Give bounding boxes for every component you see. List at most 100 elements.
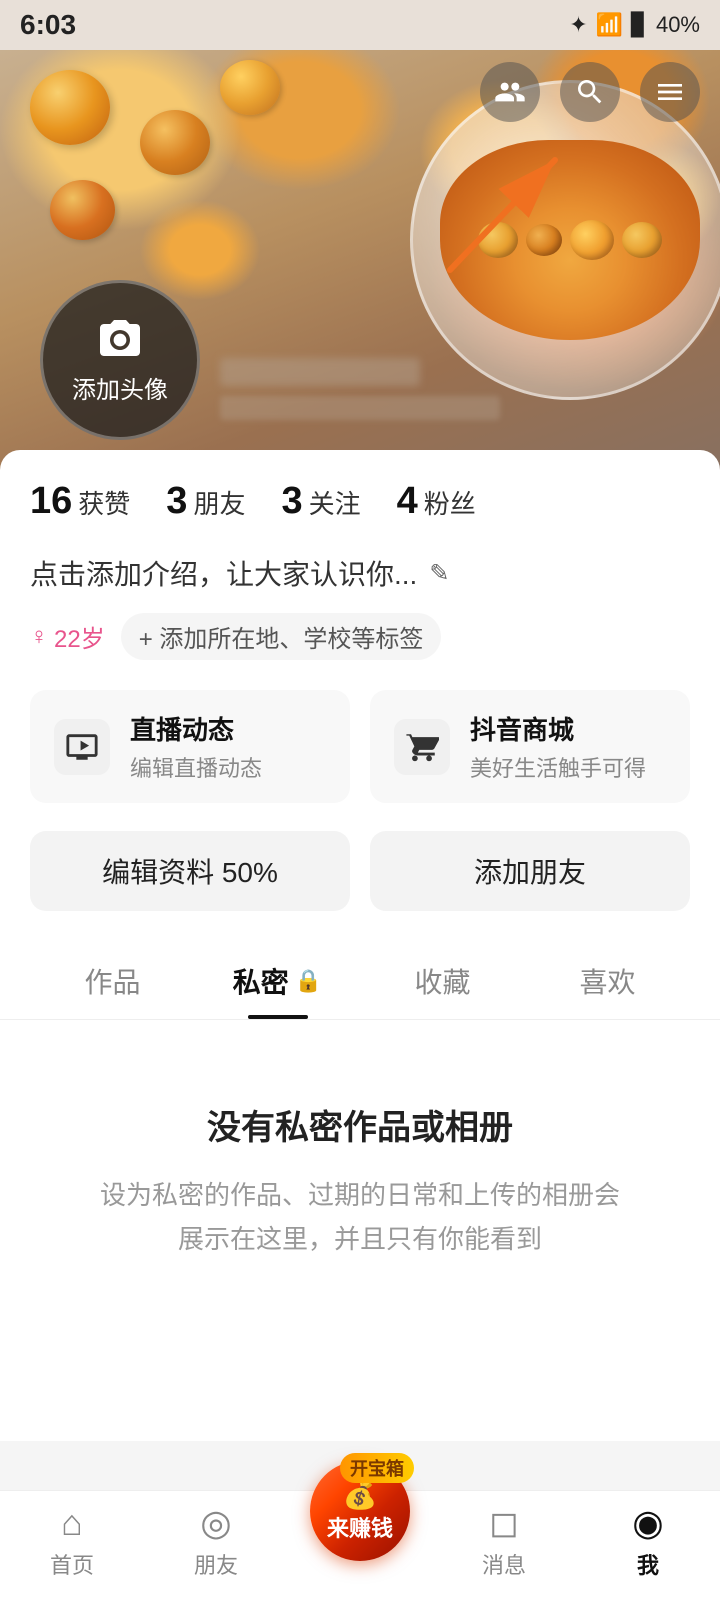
stat-following[interactable]: 3 关注 [281, 480, 360, 523]
empty-title: 没有私密作品或相册 [90, 1100, 630, 1149]
nav-home[interactable]: ⌂ 首页 [0, 1502, 144, 1580]
status-icons: ✦ 📶 ▊ 40% [569, 12, 700, 38]
signal-icon: ▊ [631, 12, 648, 38]
status-time: 6:03 [20, 9, 76, 41]
username-id-blur [220, 396, 500, 420]
tab-favorites[interactable]: 收藏 [360, 941, 525, 1019]
fruit-decoration [140, 110, 210, 175]
tab-likes[interactable]: 喜欢 [525, 941, 690, 1019]
tab-favorites-label: 收藏 [414, 961, 470, 1001]
wifi-icon: 📶 [596, 12, 623, 38]
shop-card-text: 抖音商城 美好生活触手可得 [470, 710, 646, 783]
home-icon: ⌂ [61, 1502, 83, 1544]
stat-followers[interactable]: 4 粉丝 [397, 480, 476, 523]
nav-me[interactable]: ◉ 我 [576, 1502, 720, 1580]
bio-row[interactable]: 点击添加介绍，让大家认识你... ✎ [30, 553, 690, 593]
bottom-nav: ⌂ 首页 ◎ 朋友 开宝箱 💰 来赚钱 ◻ 消息 ◉ 我 [0, 1490, 720, 1600]
tab-likes-label: 喜欢 [579, 961, 635, 1001]
empty-state: 没有私密作品或相册 设为私密的作品、过期的日常和上传的相册会展示在这里，并且只有… [30, 1020, 690, 1321]
earn-coin-icon: 💰 [343, 1478, 378, 1511]
stat-followers-label: 粉丝 [424, 484, 476, 521]
arrow-annotation [400, 110, 600, 310]
nav-friends-label: 朋友 [194, 1548, 238, 1580]
bluetooth-icon: ✦ [569, 12, 587, 38]
feature-card-live[interactable]: 直播动态 编辑直播动态 [30, 690, 350, 803]
earn-btn[interactable]: 开宝箱 💰 来赚钱 [305, 1461, 415, 1571]
username-blur [220, 358, 420, 386]
avatar-area[interactable]: 添加头像 [40, 280, 200, 440]
tab-works-label: 作品 [84, 961, 140, 1001]
earn-badge: 开宝箱 [340, 1453, 414, 1483]
stat-friends-num: 3 [166, 480, 187, 523]
stat-likes[interactable]: 16 获赞 [30, 480, 130, 523]
cover-area: 添加头像 [0, 50, 720, 470]
cart-icon [405, 730, 439, 764]
feature-cards: 直播动态 编辑直播动态 抖音商城 美好生活触手可得 [30, 690, 690, 803]
fruit-decoration [50, 180, 115, 240]
fruit-decoration [220, 60, 280, 115]
add-tag-label: + 添加所在地、学校等标签 [139, 619, 424, 654]
tv-icon [65, 730, 99, 764]
battery-text: 40% [656, 12, 700, 38]
nav-messages-label: 消息 [482, 1548, 526, 1580]
live-card-text: 直播动态 编辑直播动态 [130, 710, 262, 783]
nav-earn[interactable]: 开宝箱 💰 来赚钱 [288, 1511, 432, 1571]
avatar-label: 添加头像 [72, 370, 168, 405]
tab-works[interactable]: 作品 [30, 941, 195, 1019]
lock-icon: 🔒 [295, 968, 322, 994]
bio-text: 点击添加介绍，让大家认识你... [30, 553, 417, 593]
stat-following-label: 关注 [309, 484, 361, 521]
stat-likes-num: 16 [30, 480, 72, 523]
messages-icon: ◻ [489, 1502, 519, 1544]
empty-desc: 设为私密的作品、过期的日常和上传的相册会展示在这里，并且只有你能看到 [90, 1173, 630, 1261]
search-button[interactable] [560, 62, 620, 122]
action-buttons: 编辑资料 50% 添加朋友 [30, 831, 690, 911]
live-card-title: 直播动态 [130, 710, 262, 747]
tab-private-label: 私密 [233, 961, 289, 1001]
stat-friends[interactable]: 3 朋友 [166, 480, 245, 523]
age-text: 22岁 [54, 619, 105, 654]
add-tag-button[interactable]: + 添加所在地、学校等标签 [121, 613, 442, 660]
camera-icon [96, 316, 144, 364]
tab-private[interactable]: 私密 🔒 [195, 941, 360, 1019]
cover-top-icons [480, 62, 700, 122]
edit-bio-icon[interactable]: ✎ [429, 559, 449, 588]
stat-following-num: 3 [281, 480, 302, 523]
edit-profile-button[interactable]: 编辑资料 50% [30, 831, 350, 911]
shop-card-title: 抖音商城 [470, 710, 646, 747]
gender-age-tag: ♀ 22岁 [30, 619, 105, 654]
menu-button[interactable] [640, 62, 700, 122]
username-area [220, 358, 700, 420]
stat-likes-label: 获赞 [78, 484, 130, 521]
stat-friends-label: 朋友 [193, 484, 245, 521]
tabs-row: 作品 私密 🔒 收藏 喜欢 [0, 941, 720, 1020]
shop-card-sub: 美好生活触手可得 [470, 751, 646, 783]
nav-me-label: 我 [637, 1548, 659, 1580]
add-friend-button[interactable]: 添加朋友 [370, 831, 690, 911]
stat-followers-num: 4 [397, 480, 418, 523]
shop-icon-container [394, 719, 450, 775]
status-bar: 6:03 ✦ 📶 ▊ 40% [0, 0, 720, 50]
earn-btn-label: 来赚钱 [327, 1511, 393, 1543]
nav-friends[interactable]: ◎ 朋友 [144, 1502, 288, 1580]
search-icon [574, 76, 606, 108]
me-icon: ◉ [632, 1502, 663, 1544]
feature-card-shop[interactable]: 抖音商城 美好生活触手可得 [370, 690, 690, 803]
stats-row: 16 获赞 3 朋友 3 关注 4 粉丝 [30, 480, 690, 523]
bottom-spacer [30, 1321, 690, 1441]
people-button[interactable] [480, 62, 540, 122]
earn-btn-circle: 开宝箱 💰 来赚钱 [310, 1461, 410, 1561]
nav-home-label: 首页 [50, 1548, 94, 1580]
people-icon [494, 76, 526, 108]
friends-icon: ◎ [200, 1502, 231, 1544]
nav-messages[interactable]: ◻ 消息 [432, 1502, 576, 1580]
live-icon-container [54, 719, 110, 775]
gender-icon: ♀ [30, 623, 48, 651]
fruit-decoration [30, 70, 110, 145]
live-card-sub: 编辑直播动态 [130, 751, 262, 783]
profile-section: 16 获赞 3 朋友 3 关注 4 粉丝 点击添加介绍，让大家认识你... ✎ … [0, 450, 720, 1441]
menu-icon [654, 76, 686, 108]
tags-row: ♀ 22岁 + 添加所在地、学校等标签 [30, 613, 690, 660]
avatar-circle[interactable]: 添加头像 [40, 280, 200, 440]
fruit [622, 222, 662, 258]
